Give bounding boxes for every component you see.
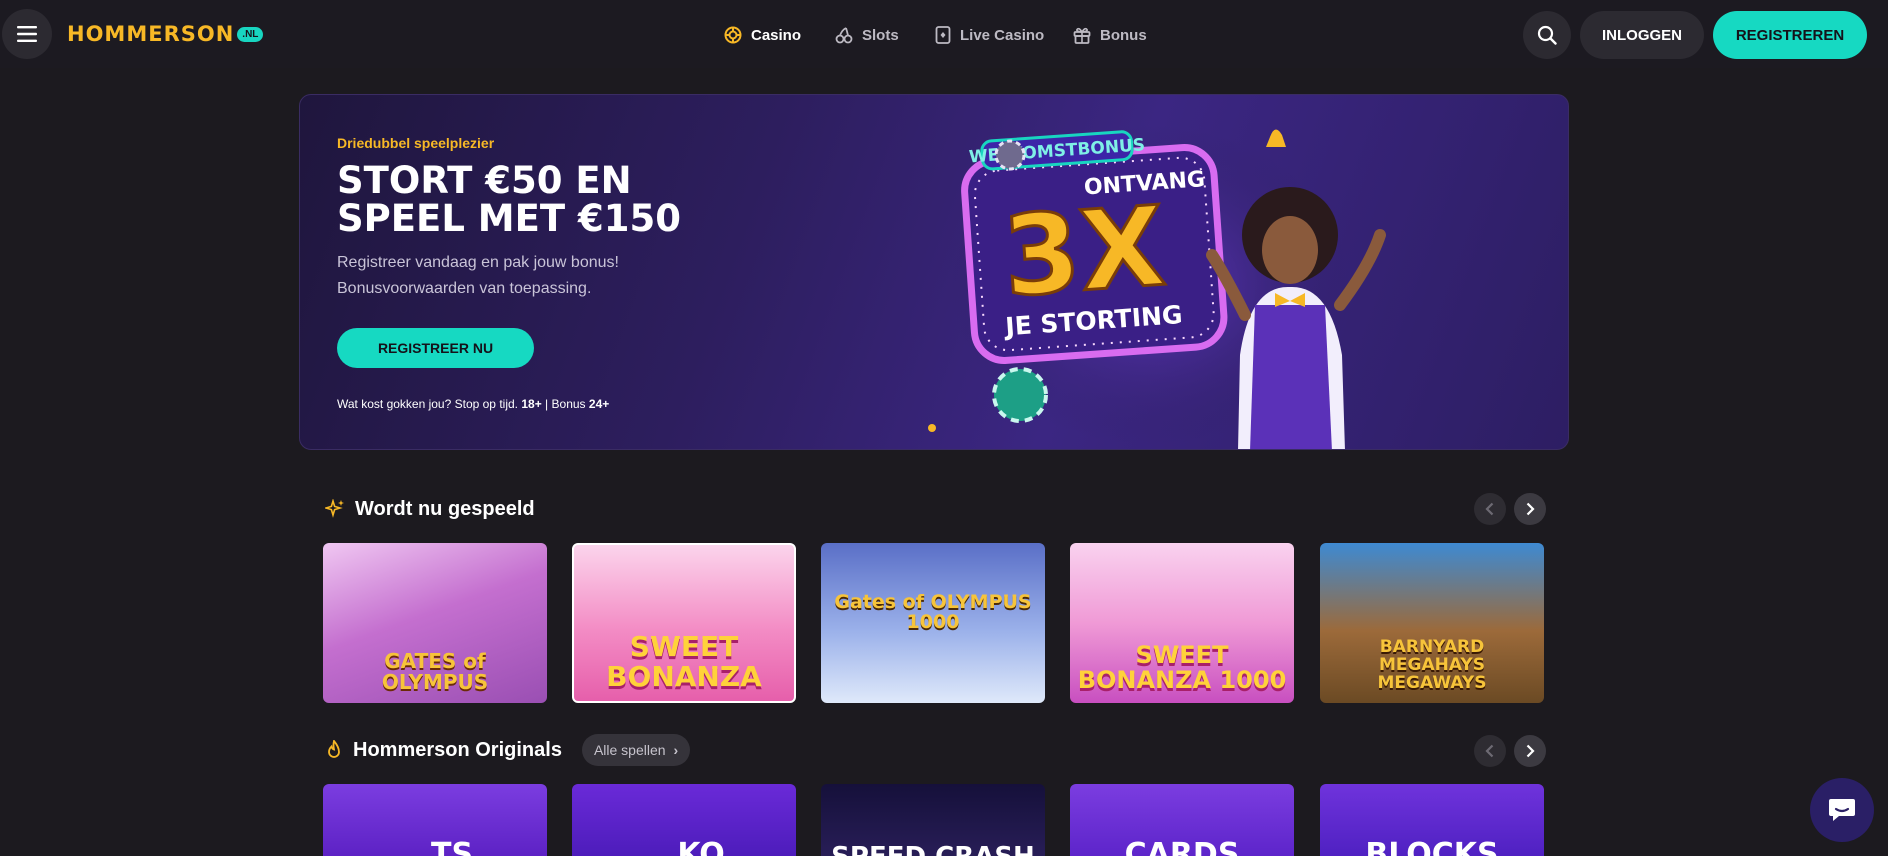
game-title: SWEET BONANZA (606, 630, 762, 693)
menu-button[interactable] (2, 9, 52, 59)
game-tile-gates-of-olympus[interactable]: GATES of OLYMPUS (323, 543, 547, 703)
nav-slots[interactable]: Slots (835, 22, 899, 48)
nav-slots-label: Slots (862, 26, 899, 44)
game-tile-barnyard-megahays[interactable]: BARNYARD MEGAHAYS MEGAWAYS (1320, 543, 1544, 703)
disclaimer-bonus-age: 24+ (588, 397, 610, 411)
top-header: HOMMERSON .NL Casino Slots Live Casino B… (0, 0, 1888, 68)
gambling-disclaimer: Wat kost gokken jou? Stop op tijd. 18+ |… (337, 397, 609, 411)
original-tile-4[interactable]: CARDS (1070, 784, 1294, 856)
chevron-right-icon: › (673, 742, 679, 758)
nav-casino[interactable]: Casino (724, 22, 801, 48)
all-games-button[interactable]: Alle spellen › (581, 734, 691, 766)
nav-live-casino-label: Live Casino (960, 26, 1045, 44)
chat-bubble-icon (1829, 799, 1855, 821)
hero-title-line2: SPEEL MET €150 (337, 197, 681, 240)
logo-text: HOMMERSON (67, 22, 235, 46)
game-title: CARDS (1124, 837, 1240, 856)
game-title: ...TS (396, 837, 474, 856)
game-title: SPEED CRASH (831, 844, 1035, 856)
hero-subtitle: Registreer vandaag en pak jouw bonus! Bo… (337, 250, 717, 302)
originals-section-header: Hommerson Originals Alle spellen › (325, 734, 691, 766)
disclaimer-age: 18+ (521, 397, 542, 411)
disclaimer-separator: | (545, 397, 549, 411)
originals-prev-button[interactable] (1474, 735, 1506, 767)
hero-eyebrow: Driedubbel speelplezier (337, 135, 495, 151)
popular-prev-button[interactable] (1474, 493, 1506, 525)
popular-section-header: Wordt nu gespeeld (325, 494, 535, 524)
chip-icon (994, 139, 1026, 171)
chevron-right-icon (1526, 502, 1535, 516)
game-tile-gates-of-olympus-1000[interactable]: Gates of OLYMPUS 1000 (821, 543, 1045, 703)
hero-subtitle-line2: Bonusvoorwaarden van toepassing. (337, 280, 592, 297)
login-button[interactable]: INLOGGEN (1580, 11, 1704, 59)
register-now-button[interactable]: REGISTREER NU (337, 328, 534, 368)
game-title: GATES of OLYMPUS (381, 649, 489, 694)
logo-badge: .NL (237, 26, 264, 42)
game-tile-sweet-bonanza-1000[interactable]: SWEET BONANZA 1000 (1070, 543, 1294, 703)
game-tile-sweet-bonanza[interactable]: SWEET BONANZA (572, 543, 796, 703)
chat-support-button[interactable] (1810, 778, 1874, 842)
originals-next-button[interactable] (1514, 735, 1546, 767)
game-title: Gates of OLYMPUS 1000 (834, 591, 1032, 634)
hero-title-line1: STORT €50 EN (337, 159, 632, 202)
popular-next-button[interactable] (1514, 493, 1546, 525)
chevron-left-icon (1485, 502, 1494, 516)
all-games-label: Alle spellen (593, 742, 666, 758)
welcome-bonus-illustration: WELKOMSTBONUS ONTVANG 3X JE STORTING (950, 125, 1386, 449)
game-title: BLOCKS (1365, 837, 1499, 856)
search-button[interactable] (1523, 11, 1571, 59)
logo[interactable]: HOMMERSON .NL (67, 22, 264, 46)
game-title: BARNYARD MEGAHAYS MEGAWAYS (1377, 637, 1487, 694)
hero-title: STORT €50 EN SPEEL MET €150 (337, 162, 757, 238)
disclaimer-bonus: Bonus (551, 397, 586, 411)
sparkles-icon (325, 499, 344, 518)
chip-icon (992, 367, 1048, 423)
hero-banner[interactable]: Driedubbel speelplezier STORT €50 EN SPE… (299, 94, 1569, 450)
bell-icon (1266, 129, 1286, 147)
playing-card-icon (935, 26, 951, 44)
search-icon (1537, 25, 1557, 45)
flame-icon (328, 740, 340, 758)
hero-subtitle-line1: Registreer vandaag en pak jouw bonus! (337, 254, 619, 271)
carousel-dot-active[interactable] (928, 424, 936, 432)
chevron-left-icon (1485, 744, 1494, 758)
register-button[interactable]: REGISTREREN (1713, 11, 1867, 59)
originals-section-title: Hommerson Originals (353, 738, 562, 761)
original-tile-2[interactable]: ...KO (572, 784, 796, 856)
nav-live-casino[interactable]: Live Casino (935, 22, 1044, 48)
art-big-text: 3X (999, 182, 1169, 321)
original-tile-speed-crash[interactable]: SPEED CRASH (821, 784, 1045, 856)
disclaimer-text: Wat kost gokken jou? Stop op tijd. (337, 397, 518, 411)
nav-bonus[interactable]: Bonus (1073, 22, 1147, 48)
original-tile-blocks[interactable]: BLOCKS (1320, 784, 1544, 856)
game-title: ...KO (643, 837, 725, 856)
nav-casino-label: Casino (751, 26, 802, 44)
game-title: SWEET BONANZA 1000 (1077, 640, 1287, 694)
original-tile-1[interactable]: ...TS (323, 784, 547, 856)
nav-bonus-label: Bonus (1100, 26, 1147, 44)
cherries-icon (835, 27, 853, 44)
popular-section-title: Wordt nu gespeeld (355, 497, 535, 520)
hamburger-icon (17, 26, 37, 42)
casino-chip-icon (724, 26, 742, 44)
chevron-right-icon (1526, 744, 1535, 758)
gift-icon (1073, 27, 1091, 44)
